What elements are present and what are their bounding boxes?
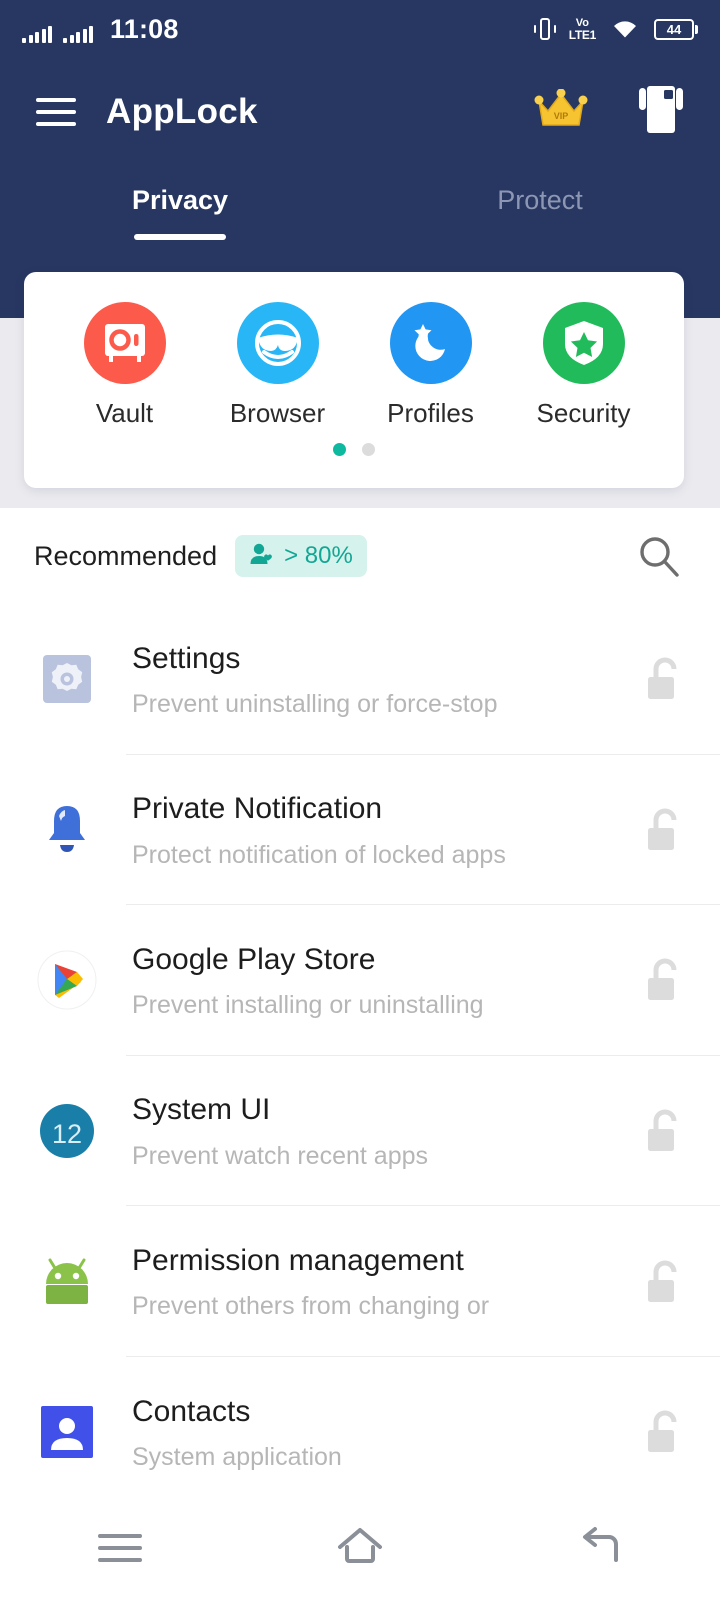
recents-button[interactable]: [0, 1534, 240, 1562]
settings-gear-icon: [34, 650, 100, 708]
app-subtitle: Prevent watch recent apps: [132, 1141, 428, 1170]
app-subtitle: Protect notification of locked apps: [132, 840, 506, 869]
feature-card: Vault Browser Profiles Security: [24, 272, 684, 488]
unlock-padlock-icon[interactable]: [640, 1405, 686, 1459]
tab-protect-label: Protect: [497, 185, 583, 215]
status-badge: > 80%: [235, 535, 367, 577]
feature-item-browser[interactable]: Browser: [201, 302, 354, 429]
list-item[interactable]: Google Play Store Prevent installing or …: [0, 905, 720, 1056]
app-list: Settings Prevent uninstalling or force-s…: [0, 604, 720, 1508]
status-bar: 11:08 Vo LTE1 44: [0, 0, 720, 58]
svg-text:12: 12: [52, 1119, 82, 1149]
recents-icon: [98, 1534, 142, 1562]
feature-item-vault[interactable]: Vault: [48, 302, 201, 429]
tab-privacy-label: Privacy: [131, 185, 229, 215]
home-button[interactable]: [240, 1525, 480, 1572]
signal-icon: [63, 25, 93, 43]
list-item[interactable]: Permission management Prevent others fro…: [0, 1206, 720, 1357]
signal-icon: [22, 25, 52, 43]
status-time: 11:08: [110, 13, 179, 44]
unlock-padlock-icon[interactable]: [640, 1104, 686, 1158]
unlock-padlock-icon[interactable]: [640, 803, 686, 857]
recommended-label: Recommended: [34, 540, 218, 571]
app-subtitle: Prevent others from changing or: [132, 1292, 490, 1321]
app-title: Contacts: [132, 1394, 251, 1428]
tab-active-indicator: [134, 234, 226, 240]
contacts-person-icon: [34, 1404, 100, 1460]
unlock-padlock-icon[interactable]: [640, 1255, 686, 1309]
recommended-header: Recommended > 80%: [0, 508, 720, 604]
hamburger-menu-icon[interactable]: [36, 98, 76, 126]
vibrate-icon: [533, 17, 556, 41]
page-dot-active[interactable]: [333, 443, 346, 456]
feature-item-profiles[interactable]: Profiles: [354, 302, 507, 429]
tab-bar: Privacy Protect: [0, 175, 720, 255]
list-item[interactable]: 12 System UI Prevent watch recent apps: [0, 1056, 720, 1207]
feature-label: Profiles: [387, 398, 474, 428]
wifi-icon: [612, 19, 638, 39]
google-play-icon: [34, 950, 100, 1010]
feature-label: Security: [536, 398, 631, 428]
app-title: Permission management: [132, 1243, 464, 1277]
app-subtitle: Prevent uninstalling or force-stop: [132, 690, 498, 719]
search-icon[interactable]: [632, 529, 686, 583]
vault-safe-icon: [83, 302, 166, 384]
list-item[interactable]: Settings Prevent uninstalling or force-s…: [0, 604, 720, 755]
app-title: System UI: [132, 1093, 271, 1127]
badge-text: > 80%: [284, 542, 353, 569]
app-title: Google Play Store: [132, 942, 376, 976]
svg-text:VIP: VIP: [554, 111, 569, 121]
android-12-icon: 12: [34, 1102, 100, 1160]
android-robot-icon: [34, 1254, 100, 1310]
tab-protect[interactable]: Protect: [360, 175, 720, 255]
shield-star-icon: [542, 302, 625, 384]
battery-level: 44: [666, 21, 682, 37]
home-icon: [334, 1525, 386, 1572]
app-subtitle: Prevent installing or uninstalling: [132, 991, 484, 1020]
app-bar: AppLock VIP: [0, 62, 720, 162]
person-heart-icon: [249, 542, 275, 571]
feature-label: Browser: [229, 398, 326, 428]
system-navigation-bar: [0, 1496, 720, 1600]
tab-inactive-indicator: [494, 234, 586, 240]
feature-label: Vault: [95, 398, 154, 428]
unlock-padlock-icon[interactable]: [640, 953, 686, 1007]
back-icon: [575, 1525, 625, 1572]
carousel-page-dots[interactable]: [333, 443, 375, 456]
unlock-padlock-icon[interactable]: [640, 652, 686, 706]
moon-star-icon: [389, 302, 472, 384]
page-dot[interactable]: [362, 443, 375, 456]
page-title: AppLock: [106, 92, 258, 131]
tab-privacy[interactable]: Privacy: [0, 175, 360, 255]
feature-item-security[interactable]: Security: [507, 302, 660, 429]
battery-icon: 44: [654, 18, 698, 40]
back-button[interactable]: [480, 1525, 720, 1572]
app-title: Private Notification: [132, 792, 383, 826]
theme-shirt-icon[interactable]: [638, 84, 684, 141]
vip-crown-icon[interactable]: VIP: [534, 88, 588, 136]
notification-bell-icon: [34, 802, 100, 858]
volte-icon: Vo LTE1: [568, 16, 597, 42]
list-item[interactable]: Private Notification Protect notificatio…: [0, 755, 720, 906]
app-subtitle: System application: [132, 1443, 342, 1472]
app-title: Settings: [132, 641, 241, 675]
list-item[interactable]: Contacts System application: [0, 1357, 720, 1508]
incognito-mask-icon: [236, 302, 319, 384]
